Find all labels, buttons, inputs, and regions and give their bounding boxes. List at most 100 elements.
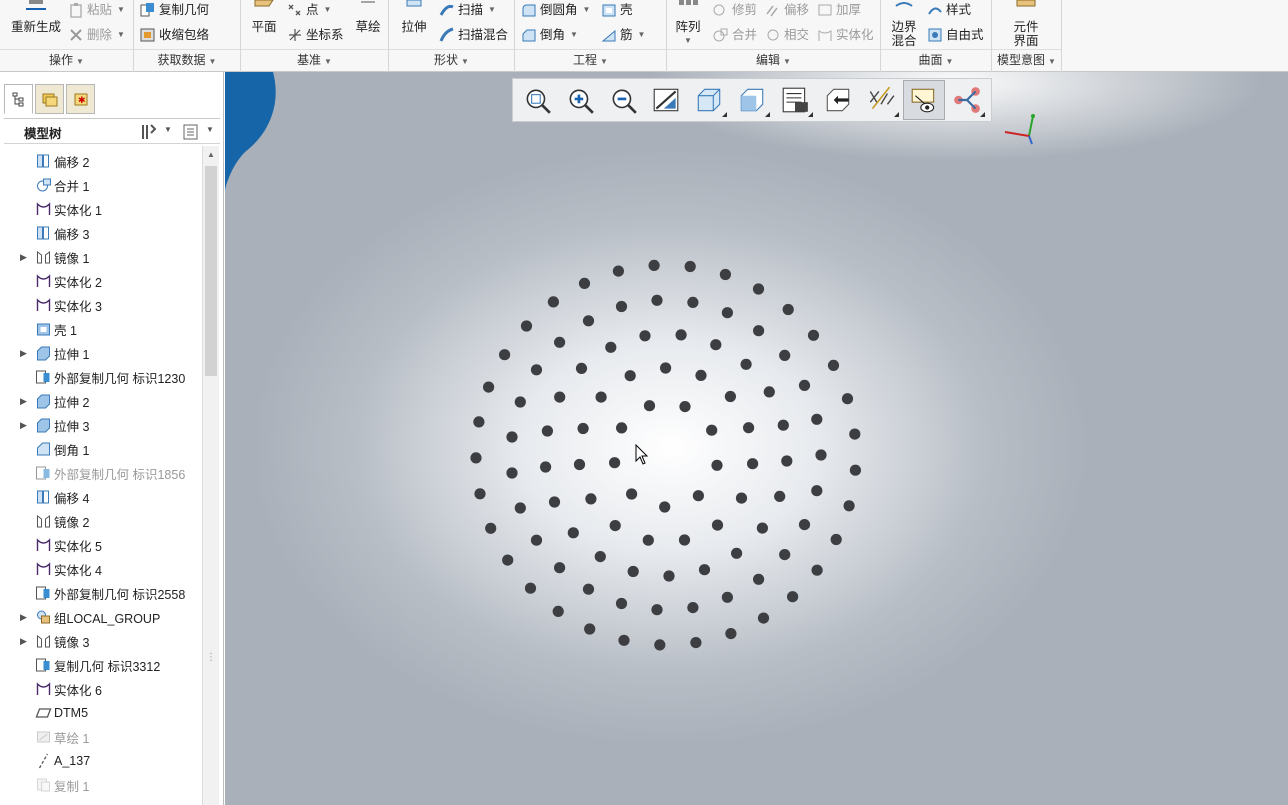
hole: [575, 362, 588, 374]
rib-button[interactable]: 筋 ▼: [601, 27, 645, 43]
expand-arrow-icon[interactable]: ▶: [20, 636, 27, 647]
tree-node[interactable]: DTM5: [4, 702, 202, 724]
group-label-engineering[interactable]: 工程 ▼: [515, 51, 666, 69]
group-label-edit[interactable]: 编辑 ▼: [667, 51, 880, 69]
tree-node[interactable]: 实体化 3: [4, 294, 202, 316]
scroll-up-icon[interactable]: ▲: [207, 150, 215, 159]
perspective-view-button[interactable]: [817, 80, 859, 120]
round-button[interactable]: 倒圆角 ▼: [521, 2, 590, 18]
shell-button[interactable]: 壳: [601, 2, 633, 18]
tree-node[interactable]: 壳 1: [4, 318, 202, 340]
tab-folder-browser[interactable]: [35, 84, 64, 114]
group-label-get-data[interactable]: 获取数据 ▼: [134, 51, 240, 69]
chevron-down-icon: ▼: [117, 30, 125, 39]
show-options-icon[interactable]: [182, 123, 200, 141]
expand-arrow-icon[interactable]: ▶: [20, 396, 27, 407]
tree-node[interactable]: ▶ 拉伸 2: [4, 390, 202, 412]
scrollbar-thumb[interactable]: [205, 166, 217, 376]
zoom-out-button[interactable]: [602, 80, 644, 120]
offset-button[interactable]: 偏移: [765, 2, 809, 18]
group-label-shapes[interactable]: 形状 ▼: [389, 51, 514, 69]
sketch-button[interactable]: 草绘: [351, 0, 385, 34]
trim-icon: [713, 4, 725, 16]
chamfer-button[interactable]: 倒角 ▼: [521, 27, 578, 43]
tree-node[interactable]: 偏移 4: [4, 486, 202, 508]
hole: [616, 422, 628, 434]
merge-button[interactable]: 合并: [713, 27, 757, 43]
paste-button[interactable]: 粘贴 ▼: [68, 2, 125, 18]
regenerate-button[interactable]: 重新生成: [8, 0, 64, 34]
expand-arrow-icon[interactable]: ▶: [20, 252, 27, 263]
group-label-surfaces[interactable]: 曲面 ▼: [881, 51, 991, 69]
tree-node[interactable]: 外部复制几何 标识1230: [4, 366, 202, 388]
copy-geometry-button[interactable]: 复制几何: [140, 2, 209, 18]
solidify-button[interactable]: 实体化: [817, 27, 874, 43]
section-button[interactable]: [860, 80, 902, 120]
tree-node[interactable]: ▶ 镜像 1: [4, 246, 202, 268]
point-button[interactable]: 点 ▼: [287, 2, 331, 18]
saved-orientations-button[interactable]: [731, 80, 773, 120]
thicken-button[interactable]: 加厚: [817, 2, 861, 18]
tab-model-tree[interactable]: [4, 84, 33, 114]
tree-node[interactable]: 外部复制几何 标识2558: [4, 582, 202, 604]
tree-node[interactable]: 实体化 2: [4, 270, 202, 292]
sweep-button[interactable]: 扫描 ▼: [439, 2, 496, 18]
trim-button[interactable]: 修剪: [713, 2, 757, 18]
intersect-button[interactable]: 相交: [765, 27, 809, 43]
view-manager-button[interactable]: [774, 80, 816, 120]
tree-node[interactable]: ▶ 镜像 3: [4, 630, 202, 652]
tree-node[interactable]: 草绘 1: [4, 726, 202, 748]
tree-node[interactable]: 实体化 4: [4, 558, 202, 580]
tree-node[interactable]: 倒角 1: [4, 438, 202, 460]
tree-node[interactable]: 实体化 1: [4, 198, 202, 220]
offset-icon: [37, 154, 49, 168]
repaint-button[interactable]: [645, 80, 687, 120]
group-label-model-intent[interactable]: 模型意图 ▼: [992, 51, 1061, 69]
swept-blend-button[interactable]: 扫描混合: [439, 27, 508, 43]
expand-arrow-icon[interactable]: ▶: [20, 420, 27, 431]
extrude-button[interactable]: 拉伸: [397, 0, 431, 34]
tree-node[interactable]: 复制几何 标识3312: [4, 654, 202, 676]
group-label-datum[interactable]: 基准 ▼: [241, 51, 388, 69]
tree-node[interactable]: ▶ 拉伸 3: [4, 414, 202, 436]
boundary-blend-label: 边界混合: [891, 20, 917, 48]
tree-node[interactable]: 偏移 3: [4, 222, 202, 244]
hole: [779, 549, 791, 561]
tree-node[interactable]: 合并 1: [4, 174, 202, 196]
freestyle-button[interactable]: 自由式: [927, 27, 984, 43]
group-label-operations[interactable]: 操作 ▼: [0, 51, 133, 69]
tree-node[interactable]: 复制 1: [4, 774, 202, 796]
chevron-down-icon[interactable]: ▼: [206, 125, 214, 134]
tree-node[interactable]: ▶ 组LOCAL_GROUP: [4, 606, 202, 628]
plane-button[interactable]: 平面: [247, 0, 281, 34]
tree-settings-icon[interactable]: [140, 123, 158, 141]
delete-button[interactable]: 删除 ▼: [68, 27, 125, 43]
tree-scrollbar[interactable]: ▲: [202, 146, 219, 805]
graphics-viewport[interactable]: [225, 72, 1288, 805]
tree-node[interactable]: 镜像 2: [4, 510, 202, 532]
hole: [540, 461, 552, 473]
expand-arrow-icon[interactable]: ▶: [20, 348, 27, 359]
component-interface-button[interactable]: 元件界面: [1004, 0, 1048, 48]
tree-node[interactable]: 偏移 2: [4, 150, 202, 172]
zoom-in-button[interactable]: [559, 80, 601, 120]
tree-node[interactable]: 实体化 5: [4, 534, 202, 556]
tree-node[interactable]: ▶ 拉伸 1: [4, 342, 202, 364]
boundary-blend-button[interactable]: 边界混合: [885, 0, 923, 48]
tree-node[interactable]: A_137: [4, 750, 202, 772]
annotation-display-button[interactable]: [946, 80, 988, 120]
tree-node[interactable]: 实体化 6: [4, 678, 202, 700]
expand-arrow-icon[interactable]: ▶: [20, 612, 27, 623]
tab-favorites[interactable]: ✱: [66, 84, 95, 114]
panel-resize-grip[interactable]: ⋮: [206, 652, 216, 666]
datum-display-filters-button[interactable]: [903, 80, 945, 120]
coordinate-system-button[interactable]: 坐标系: [287, 27, 344, 43]
tree-node[interactable]: 外部复制几何 标识1856: [4, 462, 202, 484]
shrinkwrap-button[interactable]: 收缩包络: [140, 27, 209, 43]
chevron-down-icon[interactable]: ▼: [164, 125, 172, 134]
style-button[interactable]: 样式: [927, 2, 971, 18]
refit-button[interactable]: [516, 80, 558, 120]
pattern-button[interactable]: 阵列 ▼: [671, 0, 705, 48]
sweep-label: 扫描: [458, 3, 484, 17]
display-style-button[interactable]: [688, 80, 730, 120]
